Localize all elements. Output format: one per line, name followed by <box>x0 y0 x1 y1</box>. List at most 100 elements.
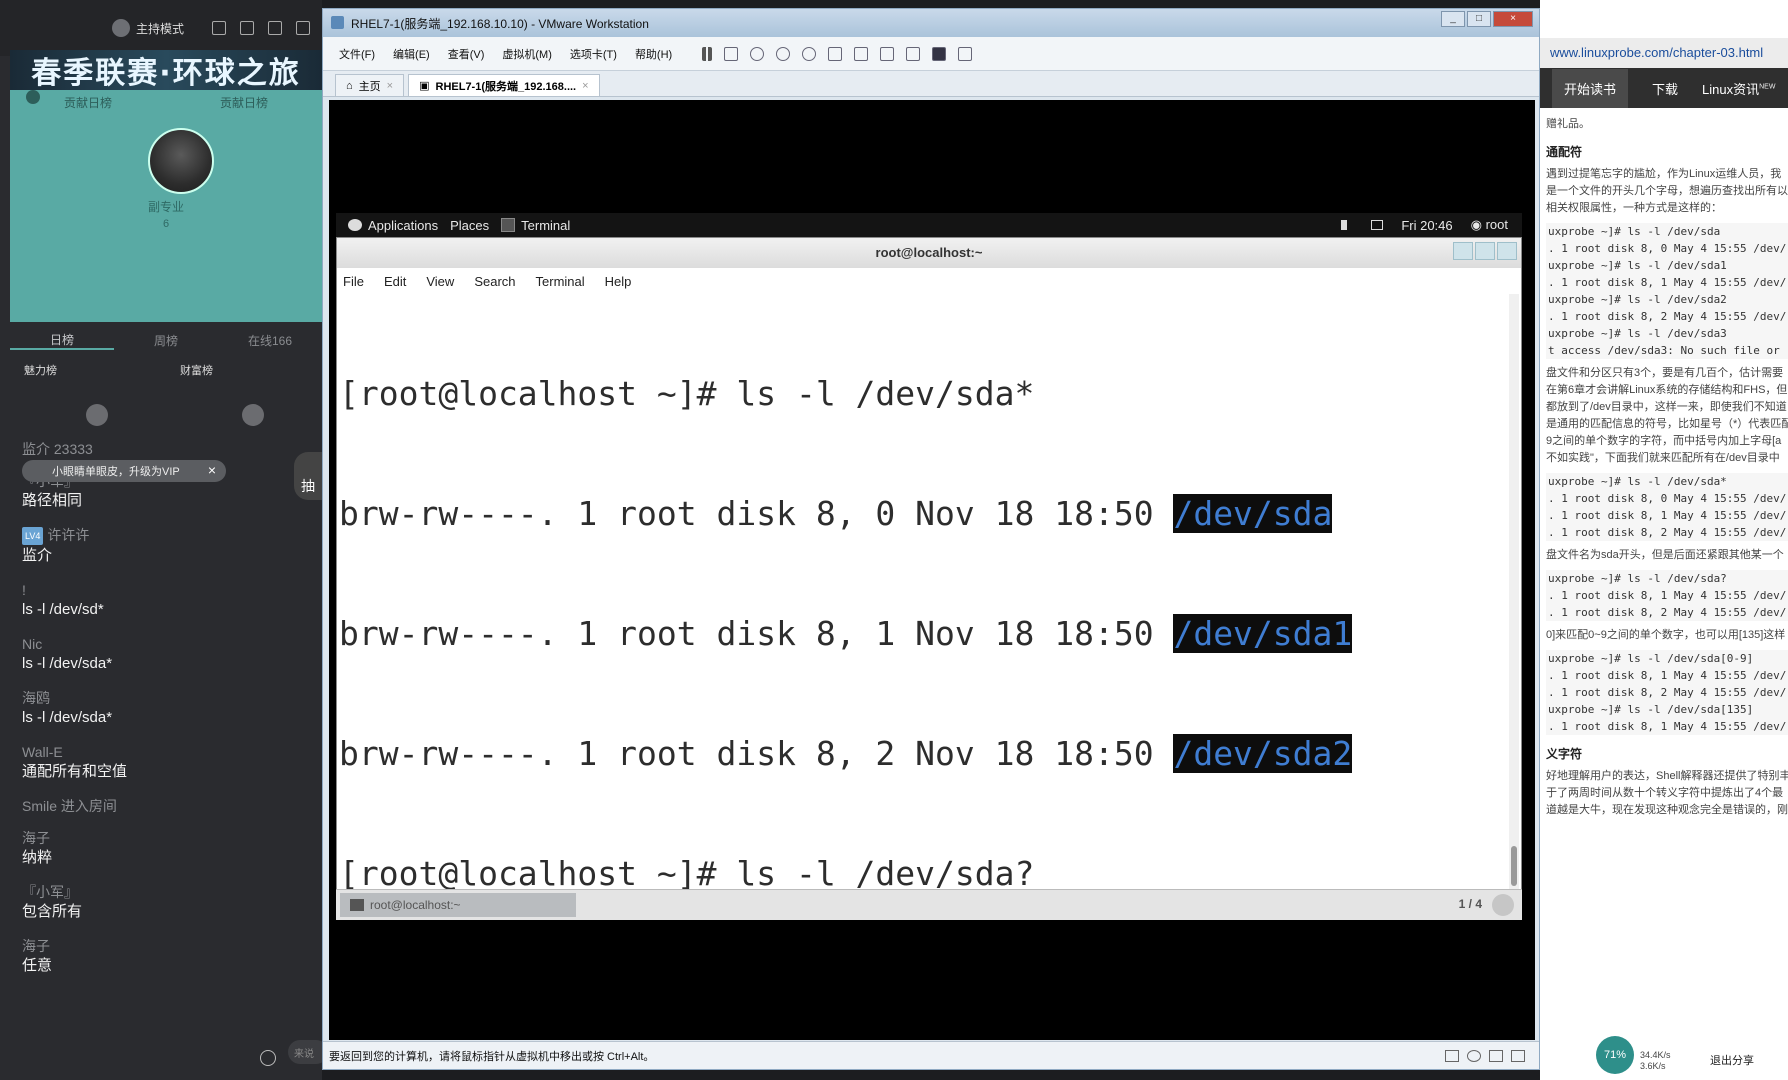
vmware-titlebar[interactable]: RHEL7-1(服务端_192.168.10.10) - VMware Work… <box>323 9 1539 37</box>
menu-help[interactable]: Help <box>605 274 632 289</box>
lottery-button[interactable]: 抽 <box>294 452 322 500</box>
charm-rank[interactable]: 魅力榜 <box>10 362 166 442</box>
terminal-app-menu[interactable]: Terminal <box>501 218 570 233</box>
exit-share-button[interactable]: 退出分享 <box>1710 1052 1754 1068</box>
chat-user[interactable]: ! <box>22 581 302 599</box>
snapshot-icon[interactable] <box>750 46 765 61</box>
chat-user[interactable]: Nic <box>22 635 302 653</box>
scrollbar-thumb[interactable] <box>1511 846 1517 886</box>
home-icon: ⌂ <box>346 79 353 92</box>
chat-text: 任意 <box>22 957 53 975</box>
menu-vm[interactable]: 虚拟机(M) <box>502 46 552 62</box>
tab-daily-contribution[interactable]: 贡献日榜 <box>64 94 112 111</box>
close-tab-icon[interactable]: × <box>582 80 588 92</box>
popout-icon[interactable] <box>240 21 254 35</box>
workspace-indicator[interactable]: 1 / 4 <box>1459 897 1482 911</box>
chat-user[interactable]: Smile 进入房间 <box>22 797 302 815</box>
close-tab-icon[interactable]: × <box>387 80 393 92</box>
tab-daily-rank[interactable]: 日榜 <box>10 331 114 350</box>
terminal-scrollbar[interactable] <box>1509 294 1519 890</box>
console-icon[interactable] <box>932 46 947 61</box>
stretch-icon[interactable] <box>958 46 973 61</box>
clock[interactable]: Fri 20:46 <box>1401 218 1452 233</box>
terminal-line: brw-rw----. 1 root disk 8, 2 Nov 18 18:5… <box>339 734 1507 774</box>
chat-user[interactable]: 海子 <box>22 829 302 847</box>
device-name: /dev/sda2 <box>1173 734 1353 773</box>
chat-user[interactable]: 『小军』 <box>22 883 302 901</box>
article-text: 遇到过提笔忘字的尴尬，作为Linux运维人员，我 <box>1546 168 1782 180</box>
menu-terminal[interactable]: Terminal <box>536 274 585 289</box>
places-menu[interactable]: Places <box>450 218 489 233</box>
nav-start-reading[interactable]: 开始读书 <box>1552 68 1629 108</box>
settings-icon[interactable] <box>212 21 226 35</box>
back-icon[interactable] <box>26 90 40 104</box>
host-avatar-large[interactable] <box>148 128 214 194</box>
chat-user[interactable]: 海子 <box>22 937 302 955</box>
thumbnail-icon[interactable] <box>854 46 869 61</box>
menu-file[interactable]: File <box>343 274 364 289</box>
user-menu[interactable]: ◉ root <box>1471 217 1508 233</box>
device-name: /dev/sda <box>1173 494 1333 533</box>
terminal-line: brw-rw----. 1 root disk 8, 0 Nov 18 18:5… <box>339 494 1507 534</box>
chat-input[interactable]: 来说 <box>288 1040 322 1064</box>
volume-icon[interactable] <box>1341 220 1353 230</box>
tab-vm[interactable]: ▣ RHEL7-1(服务端_192.168.... × <box>408 74 600 96</box>
chat-user[interactable]: Wall-E <box>22 743 302 761</box>
device-name: /dev/sda1 <box>1173 614 1353 653</box>
maximize-icon[interactable] <box>296 21 310 35</box>
vmware-statusbar: 要返回到您的计算机，请将鼠标指针从虚拟机中移出或按 Ctrl+Alt。 <box>323 1041 1539 1069</box>
wealth-rank[interactable]: 财富榜 <box>166 362 322 442</box>
emoji-icon[interactable] <box>260 1050 276 1066</box>
library-icon[interactable] <box>828 46 843 61</box>
rank-columns: 魅力榜 财富榜 <box>10 362 322 442</box>
chat-user[interactable]: LV4 许许许 <box>22 526 302 546</box>
tab-home[interactable]: ⌂ 主页 × <box>335 74 405 96</box>
terminal-minimize-button[interactable] <box>1453 242 1473 260</box>
close-button[interactable]: × <box>1493 11 1533 27</box>
taskbar-terminal-item[interactable]: root@localhost:~ <box>340 893 576 917</box>
chat-message: Nic ls -l /dev/sda* <box>22 635 302 675</box>
applications-menu[interactable]: Applications <box>348 218 438 233</box>
tab-daily-contribution-2[interactable]: 贡献日榜 <box>220 94 268 111</box>
host-mode-toggle[interactable]: 主持模式 <box>112 19 184 37</box>
menu-file[interactable]: 文件(F) <box>339 46 375 62</box>
menu-edit[interactable]: 编辑(E) <box>393 46 430 62</box>
chat-user[interactable]: 监介 23333 <box>22 440 302 458</box>
address-bar[interactable]: www.linuxprobe.com/chapter-03.html <box>1540 38 1788 68</box>
menu-help[interactable]: 帮助(H) <box>635 46 672 62</box>
unity-icon[interactable] <box>906 46 921 61</box>
maximize-button[interactable]: □ <box>1467 11 1491 27</box>
send-ctrl-alt-del-icon[interactable] <box>724 46 739 61</box>
snapshot-manager-icon[interactable] <box>802 46 817 61</box>
nav-linux-news[interactable]: Linux资讯NEW <box>1702 79 1775 98</box>
chat-message-list: 监介 23333 『小军』 路径相同 LV4许许许 监介 ! ls -l /de… <box>22 440 302 991</box>
close-icon[interactable]: × <box>208 462 216 478</box>
menu-view[interactable]: View <box>426 274 454 289</box>
pause-icon[interactable] <box>702 46 713 61</box>
cdrom-icon[interactable] <box>1467 1049 1481 1062</box>
tab-weekly-rank[interactable]: 周榜 <box>114 332 218 349</box>
workspace-switcher-icon[interactable] <box>1492 894 1514 916</box>
revert-snapshot-icon[interactable] <box>776 46 791 61</box>
online-count[interactable]: 在线166 <box>218 332 322 349</box>
minimize-button[interactable]: _ <box>1441 11 1465 27</box>
network-icon[interactable] <box>1371 220 1384 230</box>
menu-edit[interactable]: Edit <box>384 274 406 289</box>
terminal-output[interactable]: [root@localhost ~]# ls -l /dev/sda* brw-… <box>337 294 1507 893</box>
fullscreen-icon[interactable] <box>880 46 895 61</box>
menu-tabs[interactable]: 选项卡(T) <box>570 46 617 62</box>
upload-speed: 34.4K/s <box>1640 1050 1671 1060</box>
host-name: 副专业 <box>147 200 184 214</box>
message-icon[interactable] <box>1511 1049 1525 1062</box>
menu-search[interactable]: Search <box>474 274 515 289</box>
chat-user[interactable]: 海鸥 <box>22 689 302 707</box>
nav-download[interactable]: 下载 <box>1652 79 1678 98</box>
terminal-line-text: brw-rw----. 1 root disk 8, 0 Nov 18 18:5… <box>339 494 1174 533</box>
terminal-maximize-button[interactable] <box>1475 242 1495 260</box>
network-icon[interactable] <box>1489 1049 1503 1062</box>
menu-icon[interactable] <box>268 21 282 35</box>
hdd-icon[interactable] <box>1445 1049 1459 1062</box>
menu-view[interactable]: 查看(V) <box>448 46 485 62</box>
terminal-close-button[interactable] <box>1497 242 1517 260</box>
terminal-titlebar[interactable]: root@localhost:~ <box>337 238 1521 268</box>
